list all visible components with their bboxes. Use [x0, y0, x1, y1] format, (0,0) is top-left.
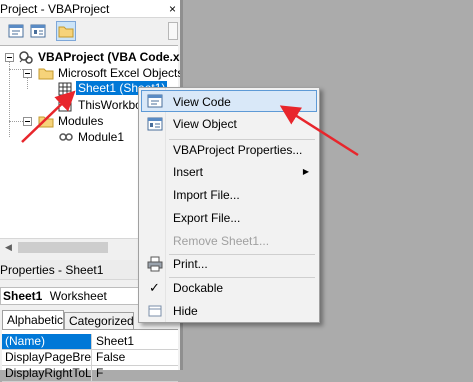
menu-label: Insert [173, 165, 204, 179]
menu-label: Remove Sheet1... [173, 234, 270, 248]
properties-window-title: Properties - Sheet1 [0, 263, 104, 277]
open-folder-icon [38, 116, 54, 128]
menu-item-remove-sheet1[interactable]: Remove Sheet1... [141, 230, 317, 252]
menu-label: View Object [173, 117, 237, 131]
tree-item-module1[interactable]: Module1 [78, 130, 124, 144]
menu-label: VBAProject Properties... [173, 143, 303, 157]
menu-item-vbaproject-properties[interactable]: VBAProject Properties... [141, 139, 317, 161]
property-row[interactable]: DisplayPageBreak False [2, 350, 178, 366]
property-value[interactable]: False [93, 350, 178, 365]
menu-item-view-object[interactable]: View Object [141, 113, 317, 135]
property-grid: (Name) Sheet1 DisplayPageBreak False Dis… [2, 329, 178, 382]
vba-editor-screen: Project - VBAProject × VBAProject (VBA C… [0, 0, 473, 382]
root-collapse-toggle[interactable] [5, 53, 14, 62]
tab-categorized-label: Categorized [69, 314, 134, 328]
context-menu: View Code View Object VBAProject Propert… [138, 87, 320, 323]
menu-item-insert[interactable]: Insert ▶ [141, 161, 317, 183]
tree-connector [9, 61, 10, 137]
worksheet-icon [58, 82, 72, 96]
toolbar-scroll-handle[interactable] [168, 22, 178, 40]
tab-categorized[interactable]: Categorized [64, 312, 134, 329]
menu-item-export-file[interactable]: Export File... [141, 207, 317, 229]
tree-folder-excel-objects[interactable]: Microsoft Excel Objects [58, 66, 183, 80]
view-object-icon [30, 24, 46, 38]
menu-label: Hide [173, 304, 198, 318]
vba-project-icon [19, 51, 33, 64]
project-close-icon[interactable]: × [169, 0, 176, 18]
menu-item-view-code[interactable]: View Code [141, 90, 317, 112]
view-object-icon [147, 117, 163, 131]
view-object-toolbar-button[interactable] [28, 21, 48, 41]
tab-alphabetic[interactable]: Alphabetic [2, 310, 64, 329]
menu-label: Import File... [173, 188, 240, 202]
project-toolbar [0, 18, 180, 44]
toggle-folders-button[interactable] [56, 21, 76, 41]
submenu-arrow-icon: ▶ [302, 167, 309, 176]
hide-icon [148, 305, 162, 317]
tree-connector [27, 77, 28, 89]
project-window-title: Project - VBAProject [0, 2, 110, 16]
property-value[interactable]: F [93, 366, 178, 381]
tree-item-thisworkbook[interactable]: ThisWorkbo [78, 98, 142, 112]
folder-icon [58, 26, 74, 38]
tab-alphabetic-label: Alphabetic [7, 313, 64, 327]
property-name: DisplayRightToLe [2, 366, 92, 381]
property-row[interactable]: (Name) Sheet1 [2, 334, 178, 350]
menu-item-hide[interactable]: Hide [141, 300, 317, 322]
scroll-left-icon[interactable]: ◀ [1, 240, 16, 255]
excel-objects-collapse-toggle[interactable] [23, 69, 32, 78]
menu-label: View Code [173, 95, 231, 109]
menu-item-print[interactable]: Print... [141, 253, 317, 275]
property-value[interactable]: Sheet1 [93, 334, 178, 349]
view-code-icon [147, 94, 163, 108]
view-code-icon [8, 24, 24, 38]
checkmark-icon: ✓ [149, 280, 160, 295]
menu-label: Export File... [173, 211, 241, 225]
menu-label: Dockable [173, 281, 224, 295]
menu-label: Print... [173, 257, 208, 271]
module-icon [59, 133, 73, 141]
property-name: (Name) [2, 334, 92, 349]
menu-item-import-file[interactable]: Import File... [141, 184, 317, 206]
modules-collapse-toggle[interactable] [23, 117, 32, 126]
property-row[interactable]: DisplayRightToLe F [2, 366, 178, 382]
tree-root-label[interactable]: VBAProject (VBA Code.xl [38, 50, 183, 64]
printer-icon [147, 256, 163, 272]
menu-item-dockable[interactable]: ✓ Dockable [141, 277, 317, 299]
property-name: DisplayPageBreak [2, 350, 92, 365]
object-name: Sheet1 [3, 289, 43, 303]
tree-folder-modules[interactable]: Modules [58, 114, 103, 128]
workbook-icon [58, 98, 72, 112]
view-code-toolbar-button[interactable] [6, 21, 26, 41]
scroll-thumb[interactable] [18, 242, 108, 253]
open-folder-icon [38, 68, 54, 80]
project-window-titlebar[interactable]: Project - VBAProject × [0, 0, 180, 18]
object-type: Worksheet [49, 289, 107, 303]
